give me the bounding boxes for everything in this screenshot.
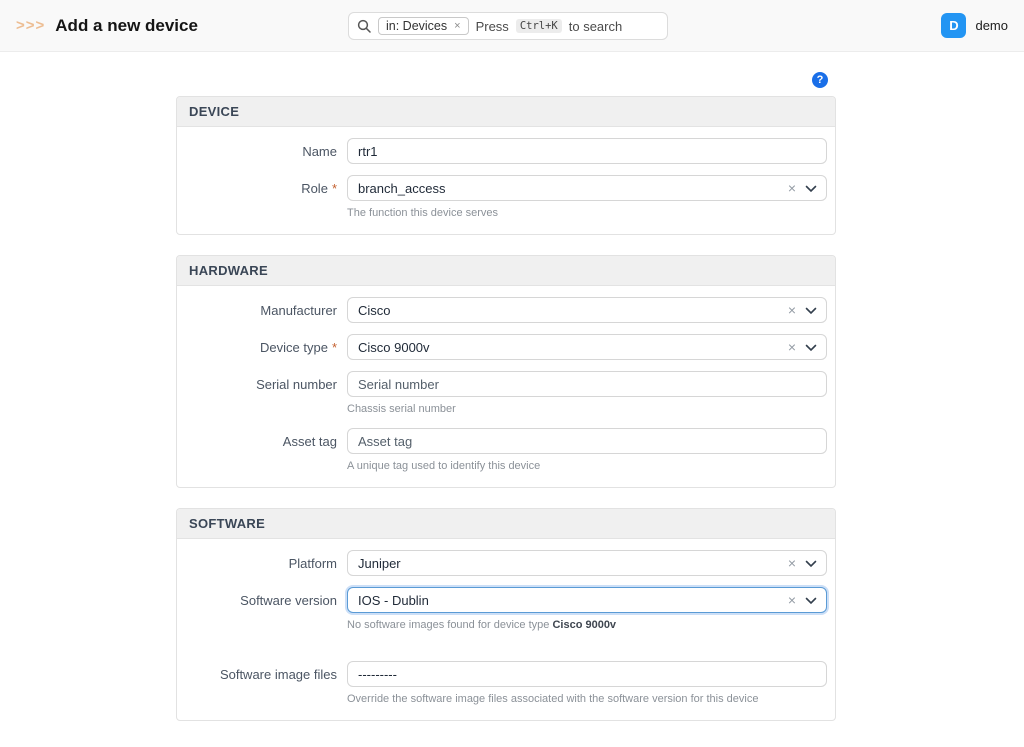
- clear-icon[interactable]: ×: [788, 303, 796, 317]
- asset-tag-input[interactable]: [347, 428, 827, 454]
- chevron-down-icon[interactable]: [805, 303, 817, 318]
- user-menu[interactable]: D demo: [941, 13, 1008, 38]
- software-version-helper-text: No software images found for device type…: [347, 619, 835, 631]
- chevron-down-icon[interactable]: [805, 556, 817, 571]
- software-image-files-input[interactable]: [347, 661, 827, 687]
- search-scope-chip[interactable]: in: Devices ×: [378, 17, 469, 35]
- help-icon[interactable]: ?: [812, 72, 828, 88]
- field-row-software-image-files: Software image files: [177, 661, 835, 687]
- chevron-down-icon[interactable]: [805, 340, 817, 355]
- chevron-down-icon[interactable]: [805, 593, 817, 608]
- top-header: >>> Add a new device in: Devices × Press…: [0, 0, 1024, 52]
- search-icon: [357, 19, 371, 33]
- chevron-down-icon[interactable]: [805, 181, 817, 196]
- serial-number-helper-text: Chassis serial number: [347, 403, 835, 415]
- clear-icon[interactable]: ×: [788, 556, 796, 570]
- role-label: Role*: [177, 181, 337, 196]
- software-image-files-helper-text: Override the software image files associ…: [347, 693, 835, 705]
- clear-icon[interactable]: ×: [788, 181, 796, 195]
- field-row-manufacturer: Manufacturer Cisco ×: [177, 297, 835, 323]
- username: demo: [975, 18, 1008, 33]
- software-version-select[interactable]: IOS - Dublin ×: [347, 587, 827, 613]
- search-scope-label: in: Devices: [386, 19, 447, 33]
- field-row-role: Role* branch_access ×: [177, 175, 835, 201]
- serial-number-input[interactable]: [347, 371, 827, 397]
- role-helper-text: The function this device serves: [347, 207, 835, 219]
- field-row-platform: Platform Juniper ×: [177, 550, 835, 576]
- name-label: Name: [177, 144, 337, 159]
- required-mark: *: [332, 340, 337, 355]
- section-title-hardware: HARDWARE: [177, 256, 835, 286]
- chip-close-icon[interactable]: ×: [454, 20, 460, 32]
- section-title-software: SOFTWARE: [177, 509, 835, 539]
- platform-label: Platform: [177, 556, 337, 571]
- device-type-label: Device type*: [177, 340, 337, 355]
- field-row-serial-number: Serial number: [177, 371, 835, 397]
- main-content: ? DEVICE Name Role* branch_access × The …: [0, 52, 1024, 721]
- field-row-name: Name: [177, 138, 835, 164]
- panel-hardware: HARDWARE Manufacturer Cisco × Device typ…: [176, 255, 836, 488]
- search-kbd-shortcut: Ctrl+K: [516, 19, 562, 33]
- field-row-software-version: Software version IOS - Dublin ×: [177, 587, 835, 613]
- software-version-label: Software version: [177, 593, 337, 608]
- global-search-input[interactable]: in: Devices × Press Ctrl+K to search: [348, 12, 668, 40]
- asset-tag-label: Asset tag: [177, 434, 337, 449]
- asset-tag-helper-text: A unique tag used to identify this devic…: [347, 460, 835, 472]
- serial-number-label: Serial number: [177, 377, 337, 392]
- panel-software: SOFTWARE Platform Juniper × Software ver…: [176, 508, 836, 721]
- software-image-files-label: Software image files: [177, 667, 337, 682]
- avatar[interactable]: D: [941, 13, 966, 38]
- search-suffix-text: to search: [569, 19, 622, 34]
- role-select[interactable]: branch_access ×: [347, 175, 827, 201]
- field-row-asset-tag: Asset tag: [177, 428, 835, 454]
- field-row-device-type: Device type* Cisco 9000v ×: [177, 334, 835, 360]
- name-input[interactable]: [347, 138, 827, 164]
- search-press-text: Press: [476, 19, 509, 34]
- clear-icon[interactable]: ×: [788, 593, 796, 607]
- platform-select[interactable]: Juniper ×: [347, 550, 827, 576]
- brand-chevrons-icon: >>>: [16, 17, 45, 34]
- panel-device: DEVICE Name Role* branch_access × The fu…: [176, 96, 836, 235]
- manufacturer-label: Manufacturer: [177, 303, 337, 318]
- clear-icon[interactable]: ×: [788, 340, 796, 354]
- manufacturer-select[interactable]: Cisco ×: [347, 297, 827, 323]
- section-title-device: DEVICE: [177, 97, 835, 127]
- required-mark: *: [332, 181, 337, 196]
- device-type-select[interactable]: Cisco 9000v ×: [347, 334, 827, 360]
- page-title: Add a new device: [55, 16, 198, 36]
